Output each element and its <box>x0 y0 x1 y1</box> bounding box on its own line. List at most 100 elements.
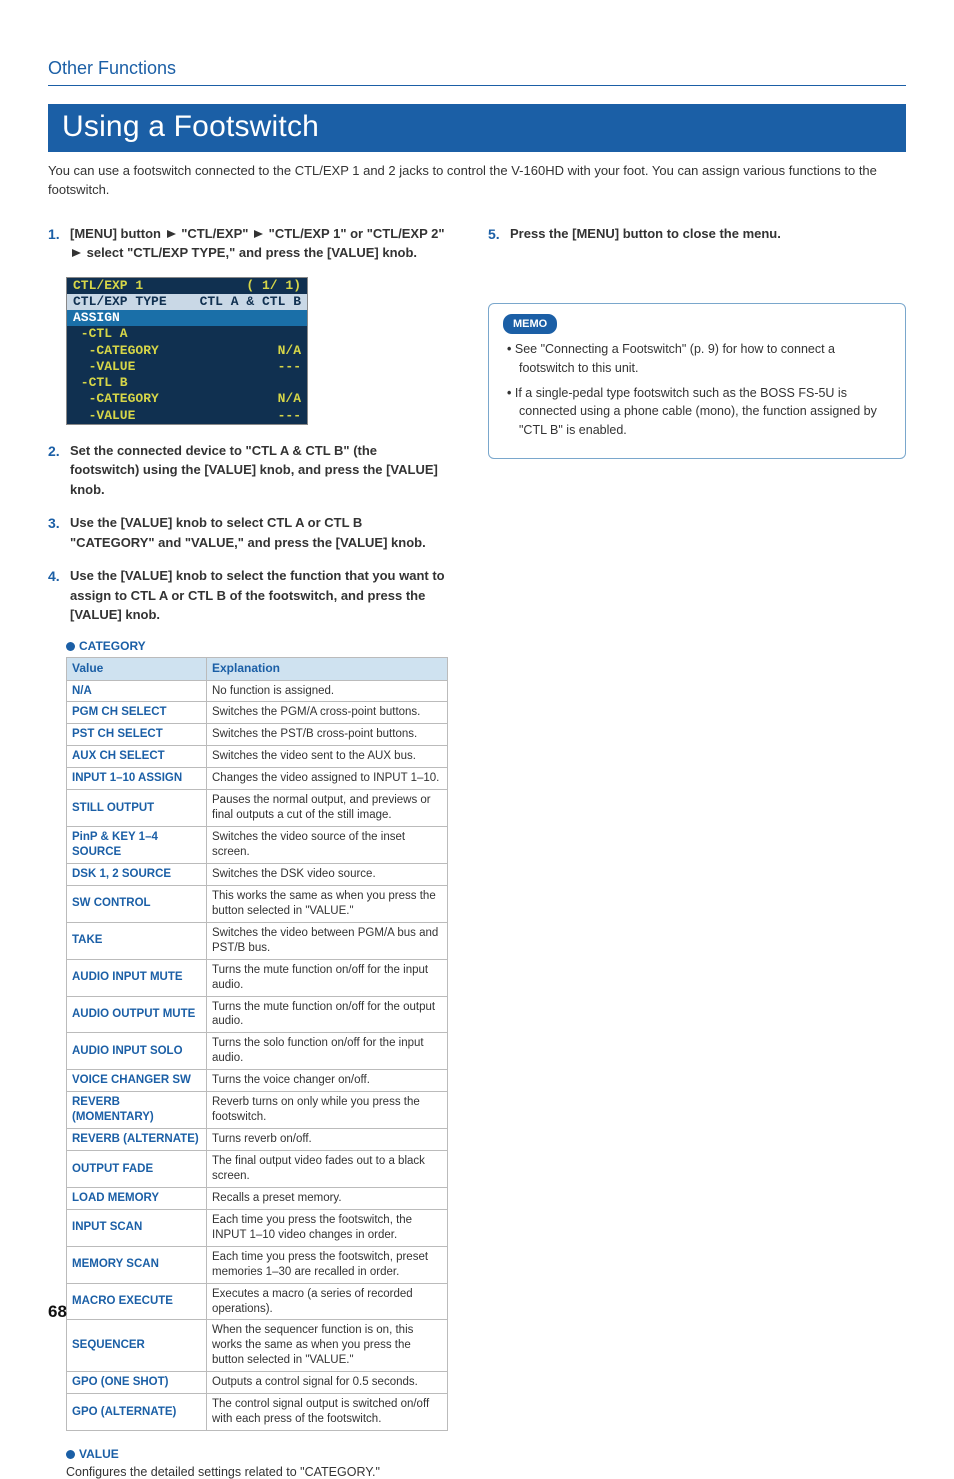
table-row: AUDIO INPUT SOLOTurns the solo function … <box>67 1033 448 1070</box>
breadcrumb: Other Functions <box>48 58 906 86</box>
table-row: SW CONTROLThis works the same as when yo… <box>67 885 448 922</box>
step-5: 5. Press the [MENU] button to close the … <box>488 224 906 245</box>
cell-value: STILL OUTPUT <box>67 790 207 827</box>
cell-value: LOAD MEMORY <box>67 1187 207 1209</box>
cell-explanation: Switches the PST/B cross-point buttons. <box>207 724 448 746</box>
table-row: STILL OUTPUTPauses the normal output, an… <box>67 790 448 827</box>
cell-explanation: Switches the video between PGM/A bus and… <box>207 922 448 959</box>
step-1: 1. [MENU] button "CTL/EXP" "CTL/EXP 1" o… <box>48 224 448 263</box>
cell-explanation: Switches the video sent to the AUX bus. <box>207 746 448 768</box>
step-number: 5. <box>488 224 504 245</box>
step-4: 4. Use the [VALUE] knob to select the fu… <box>48 566 448 625</box>
menu-title-left: CTL/EXP 1 <box>73 278 143 294</box>
table-row: LOAD MEMORYRecalls a preset memory. <box>67 1187 448 1209</box>
cell-value: REVERB (ALTERNATE) <box>67 1129 207 1151</box>
cell-explanation: The control signal output is switched on… <box>207 1394 448 1431</box>
cell-value: OUTPUT FADE <box>67 1151 207 1188</box>
table-row: INPUT 1–10 ASSIGNChanges the video assig… <box>67 768 448 790</box>
cell-explanation: The final output video fades out to a bl… <box>207 1151 448 1188</box>
arrow-icon <box>72 249 81 257</box>
cell-explanation: This works the same as when you press th… <box>207 885 448 922</box>
step-1-text-a: [MENU] button <box>70 226 165 241</box>
menu-cat-a: -CATEGORY <box>73 343 159 359</box>
table-row: TAKESwitches the video between PGM/A bus… <box>67 922 448 959</box>
cell-value: PST CH SELECT <box>67 724 207 746</box>
cell-explanation: Pauses the normal output, and previews o… <box>207 790 448 827</box>
table-row: MACRO EXECUTEExecutes a macro (a series … <box>67 1283 448 1320</box>
step-number: 4. <box>48 566 64 625</box>
cell-explanation: Outputs a control signal for 0.5 seconds… <box>207 1372 448 1394</box>
cell-value: SW CONTROL <box>67 885 207 922</box>
menu-assign: ASSIGN <box>73 310 120 326</box>
table-row: PinP & KEY 1–4 SOURCESwitches the video … <box>67 827 448 864</box>
cell-explanation: Turns the mute function on/off for the o… <box>207 996 448 1033</box>
col-explanation: Explanation <box>207 657 448 680</box>
menu-cat-b: -CATEGORY <box>73 391 159 407</box>
menu-ctl-b: -CTL B <box>73 375 128 391</box>
cell-value: TAKE <box>67 922 207 959</box>
cell-value: AUX CH SELECT <box>67 746 207 768</box>
value-note: Configures the detailed settings related… <box>66 1465 448 1479</box>
cell-explanation: When the sequencer function is on, this … <box>207 1320 448 1372</box>
table-row: VOICE CHANGER SWTurns the voice changer … <box>67 1070 448 1092</box>
table-row: OUTPUT FADEThe final output video fades … <box>67 1151 448 1188</box>
menu-val-b-val: --- <box>278 408 301 424</box>
step-5-text: Press the [MENU] button to close the men… <box>510 226 781 241</box>
menu-cat-a-val: N/A <box>278 343 301 359</box>
step-1-text-c: "CTL/EXP 1" or "CTL/EXP 2" <box>265 226 445 241</box>
cell-explanation: Each time you press the footswitch, pres… <box>207 1246 448 1283</box>
table-row: GPO (ALTERNATE)The control signal output… <box>67 1394 448 1431</box>
cell-explanation: Switches the DSK video source. <box>207 863 448 885</box>
cell-value: MEMORY SCAN <box>67 1246 207 1283</box>
table-row: AUDIO INPUT MUTETurns the mute function … <box>67 959 448 996</box>
table-row: AUX CH SELECTSwitches the video sent to … <box>67 746 448 768</box>
memo-label: MEMO <box>503 314 557 335</box>
step-number: 3. <box>48 513 64 552</box>
page-number: 68 <box>48 1302 67 1322</box>
cell-value: DSK 1, 2 SOURCE <box>67 863 207 885</box>
menu-screenshot: CTL/EXP 1( 1/ 1) CTL/EXP TYPECTL A & CTL… <box>66 277 308 425</box>
cell-value: INPUT 1–10 ASSIGN <box>67 768 207 790</box>
table-row: PGM CH SELECTSwitches the PGM/A cross-po… <box>67 702 448 724</box>
col-value: Value <box>67 657 207 680</box>
menu-ctl-a: -CTL A <box>73 326 128 342</box>
list-item: If a single-pedal type footswitch such a… <box>507 384 891 440</box>
step-number: 1. <box>48 224 64 263</box>
cell-explanation: Each time you press the footswitch, the … <box>207 1209 448 1246</box>
step-3-text: Use the [VALUE] knob to select CTL A or … <box>70 515 426 550</box>
menu-title-right: ( 1/ 1) <box>246 278 301 294</box>
table-row: N/ANo function is assigned. <box>67 680 448 702</box>
step-1-text-d: select "CTL/EXP TYPE," and press the [VA… <box>83 245 417 260</box>
cell-explanation: Switches the video source of the inset s… <box>207 827 448 864</box>
memo-box: MEMO See "Connecting a Footswitch" (p. 9… <box>488 303 906 459</box>
value-subhead: VALUE <box>66 1447 448 1461</box>
menu-val-b: -VALUE <box>73 408 135 424</box>
cell-value: PinP & KEY 1–4 SOURCE <box>67 827 207 864</box>
cell-value: AUDIO INPUT MUTE <box>67 959 207 996</box>
category-table: Value Explanation N/ANo function is assi… <box>66 657 448 1431</box>
cell-explanation: Turns the solo function on/off for the i… <box>207 1033 448 1070</box>
menu-val-a-val: --- <box>278 359 301 375</box>
cell-explanation: Reverb turns on only while you press the… <box>207 1092 448 1129</box>
cell-value: AUDIO OUTPUT MUTE <box>67 996 207 1033</box>
table-row: GPO (ONE SHOT)Outputs a control signal f… <box>67 1372 448 1394</box>
cell-value: SEQUENCER <box>67 1320 207 1372</box>
cell-explanation: No function is assigned. <box>207 680 448 702</box>
page-title: Using a Footswitch <box>48 104 906 152</box>
cell-value: GPO (ALTERNATE) <box>67 1394 207 1431</box>
step-4-text: Use the [VALUE] knob to select the funct… <box>70 568 445 622</box>
cell-value: GPO (ONE SHOT) <box>67 1372 207 1394</box>
menu-sel-right: CTL A & CTL B <box>200 294 301 310</box>
category-subhead: CATEGORY <box>66 639 448 653</box>
cell-value: INPUT SCAN <box>67 1209 207 1246</box>
cell-value: VOICE CHANGER SW <box>67 1070 207 1092</box>
table-row: MEMORY SCANEach time you press the foots… <box>67 1246 448 1283</box>
table-row: SEQUENCERWhen the sequencer function is … <box>67 1320 448 1372</box>
table-row: AUDIO OUTPUT MUTETurns the mute function… <box>67 996 448 1033</box>
cell-value: PGM CH SELECT <box>67 702 207 724</box>
memo-list: See "Connecting a Footswitch" (p. 9) for… <box>503 340 891 440</box>
arrow-icon <box>254 230 263 238</box>
cell-value: AUDIO INPUT SOLO <box>67 1033 207 1070</box>
table-row: INPUT SCANEach time you press the footsw… <box>67 1209 448 1246</box>
step-2-text: Set the connected device to "CTL A & CTL… <box>70 443 438 497</box>
